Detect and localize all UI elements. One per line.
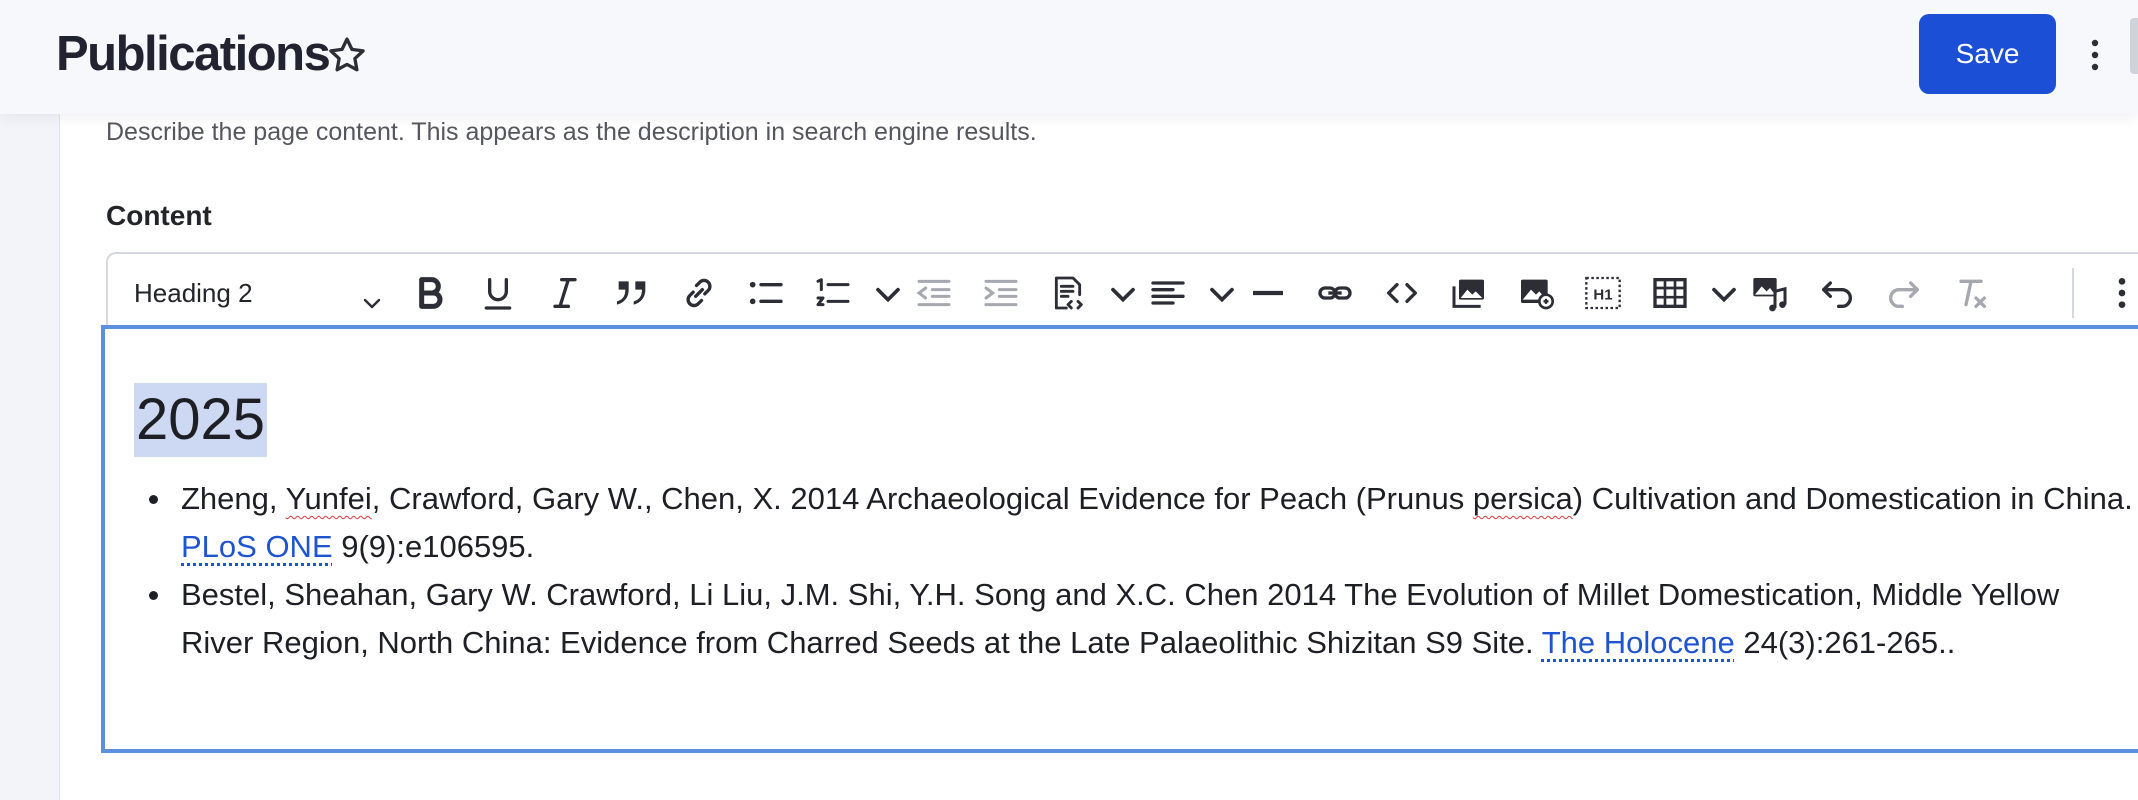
undo-icon[interactable]: [1817, 273, 1857, 313]
page-title: Publications: [56, 27, 331, 81]
editor-toolbar: Heading 2 H1: [106, 252, 2138, 332]
link-icon[interactable]: [679, 273, 719, 313]
toolbar-separator: [2072, 268, 2074, 318]
media-library-icon[interactable]: [1449, 273, 1489, 313]
heading-format-value: Heading 2: [134, 278, 253, 308]
star-icon[interactable]: [325, 34, 369, 78]
heading-one-icon[interactable]: H1: [1583, 273, 1623, 313]
insert-image-icon[interactable]: [1516, 273, 1556, 313]
drupal-link-icon[interactable]: [1315, 273, 1355, 313]
publication-list: Zheng, Yunfei, Crawford, Gary W., Chen, …: [137, 475, 2137, 667]
table-dropdown-icon[interactable]: [1704, 273, 1736, 313]
kebab-menu-icon[interactable]: [2083, 33, 2107, 77]
journal-link[interactable]: PLoS ONE: [181, 529, 333, 564]
underline-icon[interactable]: [478, 273, 518, 313]
content-label: Content: [106, 200, 212, 231]
align-icon[interactable]: [1148, 273, 1188, 313]
heading-2-text[interactable]: 2025: [134, 383, 268, 457]
redo-icon[interactable]: [1884, 273, 1924, 313]
heading-format-dropdown[interactable]: Heading 2: [134, 270, 384, 316]
source-editing-icon[interactable]: [1048, 273, 1088, 313]
remove-format-icon[interactable]: [1951, 273, 1991, 313]
outdent-icon[interactable]: [914, 273, 954, 313]
misspelled-word: persica: [1472, 481, 1573, 516]
description-help-text: Describe the page content. This appears …: [106, 118, 1037, 146]
citation-text-1d: 9(9):e106595.: [332, 529, 535, 564]
bulleted-list-icon[interactable]: [746, 273, 786, 313]
code-icon[interactable]: [1382, 273, 1422, 313]
audio-media-icon[interactable]: [1750, 273, 1790, 313]
citation-text-2b: 24(3):261-265..: [1734, 625, 1956, 660]
numbered-list-dropdown-icon[interactable]: [868, 273, 900, 313]
journal-link[interactable]: The Holocene: [1542, 625, 1735, 660]
italic-icon[interactable]: [545, 273, 585, 313]
citation-text-1c: ) Cultivation and Domestication in China…: [1572, 481, 2133, 516]
sidebar-edge: [2130, 18, 2138, 74]
svg-text:H1: H1: [1593, 287, 1612, 304]
rich-text-editor[interactable]: 2025 Zheng, Yunfei, Crawford, Gary W., C…: [101, 325, 2138, 753]
list-item[interactable]: Zheng, Yunfei, Crawford, Gary W., Chen, …: [137, 475, 2137, 571]
indent-icon[interactable]: [981, 273, 1021, 313]
align-dropdown-icon[interactable]: [1202, 273, 1234, 313]
table-icon[interactable]: [1650, 273, 1690, 313]
horizontal-line-icon[interactable]: [1248, 273, 1288, 313]
source-dropdown-icon[interactable]: [1103, 273, 1135, 313]
save-button[interactable]: Save: [1919, 14, 2056, 94]
citation-text-1a: Zheng,: [181, 481, 286, 516]
citation-text-1b: , Crawford, Gary W., Chen, X. 2014 Archa…: [371, 481, 1473, 516]
bold-icon[interactable]: [410, 273, 450, 313]
top-bar: Publications Save: [0, 0, 2138, 114]
list-item[interactable]: Bestel, Sheahan, Gary W. Crawford, Li Li…: [137, 571, 2137, 667]
misspelled-word: Yunfei: [285, 481, 372, 516]
numbered-list-icon[interactable]: [813, 273, 853, 313]
chevron-down-icon: [360, 283, 384, 329]
blockquote-icon[interactable]: [612, 273, 652, 313]
more-options-icon[interactable]: [2102, 273, 2138, 313]
